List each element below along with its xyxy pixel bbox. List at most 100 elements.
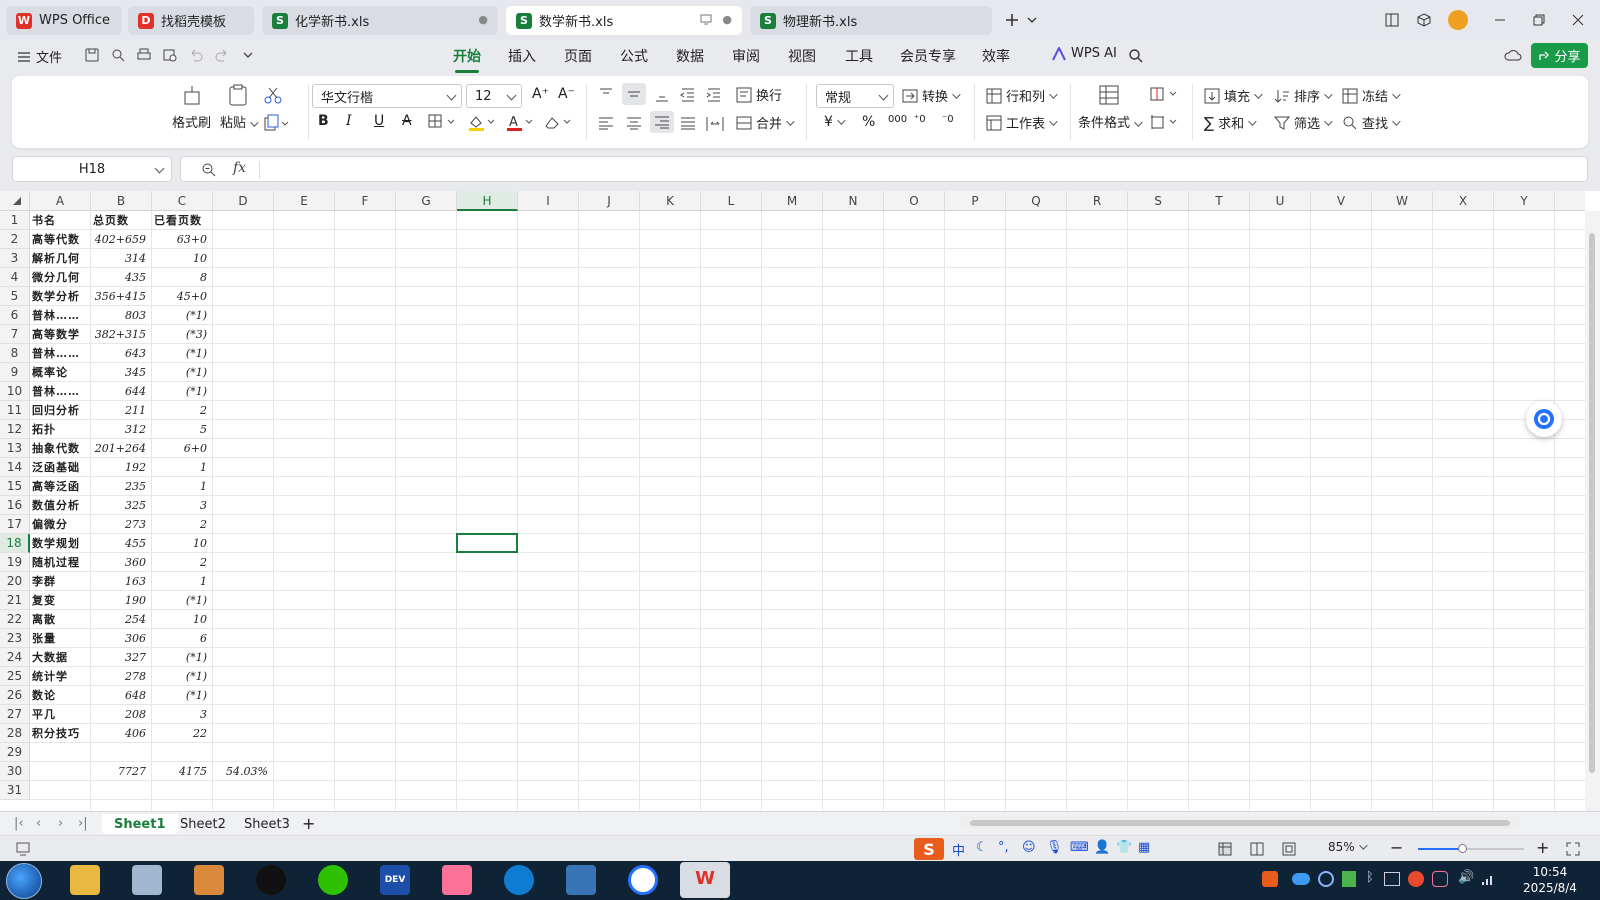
add-sheet-icon[interactable]: + (302, 814, 315, 833)
cell-a3[interactable]: 解析几何 (32, 249, 89, 268)
column-header-l[interactable]: L (701, 191, 762, 211)
cell-c18[interactable]: 10 (154, 534, 211, 553)
sum-button[interactable]: ∑ 求和 (1204, 113, 1254, 133)
cell-b15[interactable]: 235 (93, 477, 150, 496)
cell-b27[interactable]: 208 (93, 705, 150, 724)
merge-button[interactable]: 合并 (736, 113, 792, 132)
italic-icon[interactable]: I (346, 113, 352, 129)
sheet-tab-1[interactable]: Sheet1 (102, 814, 178, 834)
zoom-slider-thumb[interactable] (1458, 844, 1467, 853)
cell-a23[interactable]: 张量 (32, 629, 89, 648)
tray-device-icon[interactable] (1384, 872, 1400, 886)
menu-efficiency[interactable]: 效率 (982, 46, 1010, 66)
row-header-10[interactable]: 10 (0, 382, 30, 401)
row-header-2[interactable]: 2 (0, 230, 30, 249)
row-header-5[interactable]: 5 (0, 287, 30, 306)
menu-page[interactable]: 页面 (564, 46, 592, 66)
edge-icon[interactable] (504, 865, 534, 895)
search-icon[interactable] (1128, 48, 1144, 64)
cell-c22[interactable]: 10 (154, 610, 211, 629)
cell-c20[interactable]: 1 (154, 572, 211, 591)
row-header-29[interactable]: 29 (0, 743, 30, 762)
filter-button[interactable]: 筛选 (1274, 113, 1330, 132)
cell-b9[interactable]: 345 (93, 363, 150, 382)
minimize-icon[interactable] (1488, 8, 1512, 32)
tray-bilibili-icon[interactable] (1432, 871, 1448, 887)
ime-user-icon[interactable]: 👤 (1094, 840, 1110, 855)
cell-b20[interactable]: 163 (93, 572, 150, 591)
column-header-j[interactable]: J (579, 191, 640, 211)
wps-ai-button[interactable]: WPS AI (1052, 46, 1117, 61)
zoom-slider[interactable] (1418, 844, 1524, 853)
font-name-select[interactable]: 华文行楷 (312, 84, 462, 108)
column-header-t[interactable]: T (1189, 191, 1250, 211)
cell-a13[interactable]: 抽象代数 (32, 439, 89, 458)
share-button[interactable]: 分享 (1531, 43, 1588, 68)
freeze-button[interactable]: 冻结 (1342, 86, 1398, 105)
tab-math[interactable]: S 数学新书.xls ● (506, 6, 742, 35)
column-header-s[interactable]: S (1128, 191, 1189, 211)
cell-b14[interactable]: 192 (93, 458, 150, 477)
column-header-p[interactable]: P (945, 191, 1006, 211)
cell-b12[interactable]: 312 (93, 420, 150, 439)
fullscreen-icon[interactable] (1566, 842, 1580, 856)
cell-a12[interactable]: 拓扑 (32, 420, 89, 439)
cell-c19[interactable]: 2 (154, 553, 211, 572)
row-header-16[interactable]: 16 (0, 496, 30, 515)
column-header-f[interactable]: F (335, 191, 396, 211)
cell-c26[interactable]: (*1) (154, 686, 211, 705)
cell-c4[interactable]: 8 (154, 268, 211, 287)
menu-formula[interactable]: 公式 (620, 46, 648, 66)
border-icon[interactable] (428, 114, 458, 130)
cell-a6[interactable]: 普林…… (32, 306, 89, 325)
cell-c11[interactable]: 2 (154, 401, 211, 420)
cell-a7[interactable]: 高等数学 (32, 325, 89, 344)
sort-button[interactable]: 排序 (1274, 86, 1330, 105)
ime-chinese-icon[interactable]: 中 (952, 840, 965, 859)
row-header-26[interactable]: 26 (0, 686, 30, 705)
wrap-text-button[interactable]: 换行 (736, 85, 782, 104)
vertical-scrollbar[interactable] (1585, 211, 1600, 811)
conditional-format-button[interactable]: 条件格式 (1078, 84, 1140, 131)
tray-record-icon[interactable] (1318, 871, 1334, 887)
cell-a16[interactable]: 数值分析 (32, 496, 89, 515)
tray-security-icon[interactable] (1342, 871, 1356, 887)
column-header-o[interactable]: O (884, 191, 945, 211)
cell-a10[interactable]: 普林…… (32, 382, 89, 401)
ime-moon-icon[interactable]: ☾ (976, 840, 988, 855)
cell-a15[interactable]: 高等泛函 (32, 477, 89, 496)
wechat-icon[interactable] (318, 865, 348, 895)
cell-a2[interactable]: 高等代数 (32, 230, 89, 249)
cell-a24[interactable]: 大数据 (32, 648, 89, 667)
cell-a5[interactable]: 数学分析 (32, 287, 89, 306)
cell-b19[interactable]: 360 (93, 553, 150, 572)
cell-b3[interactable]: 314 (93, 249, 150, 268)
align-top-icon[interactable] (598, 88, 614, 102)
increase-decimal-icon[interactable]: ⁺0 (914, 114, 926, 125)
menu-tools[interactable]: 工具 (845, 46, 873, 66)
print-preview-icon[interactable] (162, 47, 180, 65)
cell-b5[interactable]: 356+415 (93, 287, 150, 306)
cell-style-icon[interactable] (1150, 86, 1180, 104)
decrease-font-icon[interactable]: A⁻ (558, 86, 575, 102)
clear-format-icon[interactable] (544, 114, 574, 132)
zoom-out-icon[interactable]: − (1390, 838, 1403, 857)
menu-insert[interactable]: 插入 (508, 46, 536, 66)
tab-template[interactable]: D 找稻壳模板 (128, 6, 254, 35)
column-header-n[interactable]: N (823, 191, 884, 211)
cell-b23[interactable]: 306 (93, 629, 150, 648)
increase-indent-icon[interactable] (706, 88, 722, 102)
row-header-8[interactable]: 8 (0, 344, 30, 363)
worksheet-button[interactable]: 工作表 (986, 113, 1055, 132)
column-header-h[interactable]: H (457, 191, 518, 211)
column-header-x[interactable]: X (1433, 191, 1494, 211)
next-sheet-icon[interactable]: › (58, 816, 63, 831)
row-header-17[interactable]: 17 (0, 515, 30, 534)
column-header-k[interactable]: K (640, 191, 701, 211)
increase-font-icon[interactable]: A⁺ (532, 86, 549, 102)
prev-sheet-icon[interactable]: ‹ (36, 816, 41, 831)
cube-icon[interactable] (1412, 8, 1436, 32)
ime-keyboard-icon[interactable]: ⌨ (1070, 840, 1089, 855)
column-header-w[interactable]: W (1372, 191, 1433, 211)
row-header-24[interactable]: 24 (0, 648, 30, 667)
